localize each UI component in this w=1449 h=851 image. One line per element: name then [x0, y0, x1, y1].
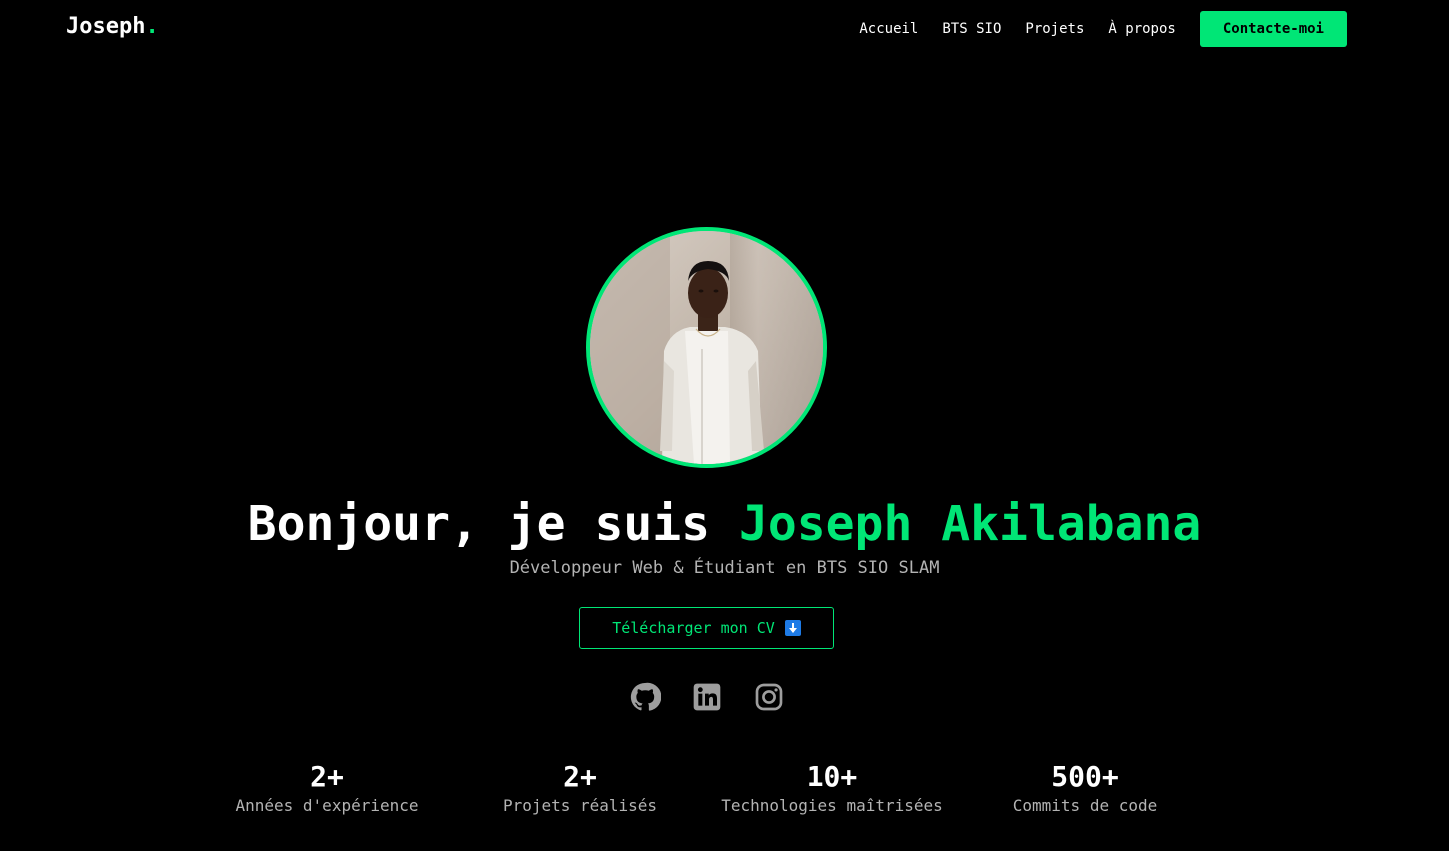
github-icon[interactable] [629, 681, 661, 713]
download-cv-label: Télécharger mon CV [612, 619, 775, 637]
stat-label: Projets réalisés [502, 796, 658, 815]
stat-value: 2+ [563, 760, 597, 793]
nav-link-projets[interactable]: Projets [1025, 21, 1084, 37]
stat-value: 10+ [806, 760, 858, 793]
logo[interactable]: Joseph. [66, 14, 159, 39]
nav-link-bts-sio[interactable]: BTS SIO [942, 21, 1001, 37]
stat-label: Technologies maîtrisées [721, 796, 943, 815]
profile-photo-image [590, 231, 823, 464]
logo-dot: . [145, 14, 159, 39]
navbar: Joseph. Accueil BTS SIO Projets À propos… [0, 0, 1449, 58]
stat-projects: 2+ Projets réalisés [450, 760, 710, 815]
nav-link-accueil[interactable]: Accueil [859, 21, 918, 37]
download-cv-button[interactable]: Télécharger mon CV [579, 607, 834, 649]
instagram-icon[interactable] [753, 681, 785, 713]
stat-label: Commits de code [1012, 796, 1158, 815]
hero-greeting: Bonjour, je suis [247, 496, 711, 552]
stat-technologies: 10+ Technologies maîtrisées [702, 760, 962, 815]
hero-name: Joseph Akilabana [738, 496, 1202, 552]
social-links [629, 681, 815, 713]
linkedin-icon[interactable] [691, 681, 723, 713]
profile-photo [586, 227, 827, 468]
download-icon [784, 620, 801, 636]
stat-commits: 500+ Commits de code [955, 760, 1215, 815]
nav-link-a-propos[interactable]: À propos [1108, 21, 1175, 37]
stat-label: Années d'expérience [235, 796, 419, 815]
stat-value: 2+ [310, 760, 344, 793]
logo-text: Joseph [66, 14, 146, 39]
stat-experience: 2+ Années d'expérience [197, 760, 457, 815]
contact-button[interactable]: Contacte-moi [1199, 11, 1347, 47]
hero-subtitle: Développeur Web & Étudiant en BTS SIO SL… [509, 558, 940, 578]
stat-value: 500+ [1051, 760, 1119, 793]
nav-links: Accueil BTS SIO Projets À propos Contact… [835, 11, 1347, 47]
hero-title: Bonjour, je suis Joseph Akilabana [0, 496, 1449, 552]
